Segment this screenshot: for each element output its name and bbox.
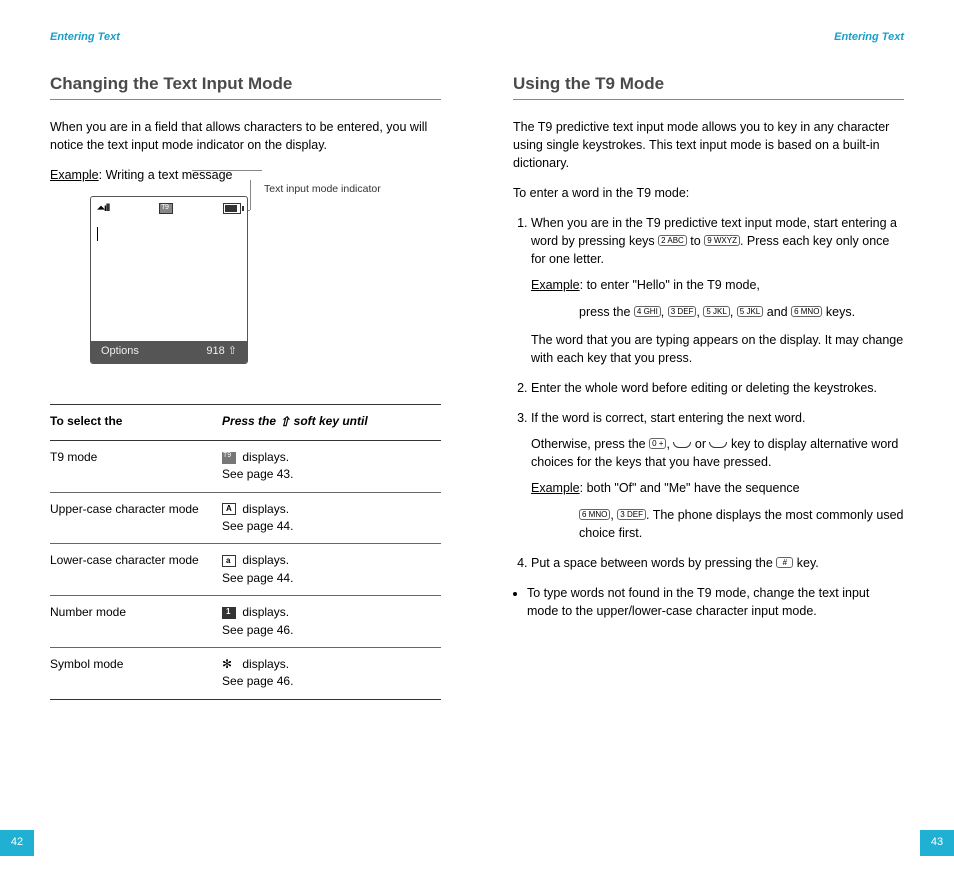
key-5-icon: 5 JKL: [737, 306, 763, 317]
running-head-right: Entering Text: [513, 30, 904, 46]
key-0-icon: 0 +: [649, 438, 666, 449]
steps-list: When you are in the T9 predictive text i…: [513, 214, 904, 572]
lead-right: To enter a word in the T9 mode:: [513, 184, 904, 202]
char-counter: 918 ⇧: [206, 344, 237, 360]
page-left: Entering Text Changing the Text Input Mo…: [0, 30, 477, 876]
heading-left: Changing the Text Input Mode: [50, 72, 441, 100]
step-4: Put a space between words by pressing th…: [531, 554, 904, 572]
lowercase-icon: [222, 555, 236, 567]
key-hash-icon: #: [776, 557, 793, 568]
table-row: T9 mode displays.See page 43.: [50, 440, 441, 492]
intro-right: The T9 predictive text input mode allows…: [513, 118, 904, 172]
table-row: Lower-case character mode displays.See p…: [50, 544, 441, 596]
table-col2-header: Press the ⇧ soft key until: [222, 404, 441, 440]
example-label: Example: [50, 168, 99, 182]
text-cursor: [97, 227, 98, 241]
uppercase-icon: [222, 503, 236, 515]
symbol-icon: [222, 659, 236, 671]
notes-list: To type words not found in the T9 mode, …: [513, 584, 904, 620]
key-6-icon: 6 MNO: [579, 509, 610, 520]
note-bullet: To type words not found in the T9 mode, …: [527, 584, 904, 620]
table-row: Upper-case character mode displays.See p…: [50, 492, 441, 544]
softkey-options: Options: [101, 344, 139, 360]
key-3-icon: 3 DEF: [617, 509, 646, 520]
step-3: If the word is correct, start entering t…: [531, 409, 904, 542]
running-head-left: Entering Text: [50, 30, 441, 46]
t9-mode-icon: [159, 203, 173, 214]
intro-left: When you are in a field that allows char…: [50, 118, 441, 154]
page-right: Entering Text Using the T9 Mode The T9 p…: [477, 30, 954, 876]
step1-tail: The word that you are typing appears on …: [531, 331, 904, 367]
phone-diagram: Text input mode indicator ⏶ıll Options 9…: [90, 196, 390, 364]
step3-example-label: Example: [531, 481, 580, 495]
softkey-right-icon: [709, 442, 727, 448]
key-9-icon: 9 WXYZ: [704, 235, 740, 246]
key-6-icon: 6 MNO: [791, 306, 822, 317]
up-arrow-icon: ⇧: [279, 414, 290, 429]
table-col1-header: To select the: [50, 404, 222, 440]
step1-example-label: Example: [531, 278, 580, 292]
table-row: Symbol mode displays.See page 46.: [50, 647, 441, 699]
step1-example-keys: press the 4 GHI, 3 DEF, 5 JKL, 5 JKL and…: [579, 303, 904, 321]
key-3-icon: 3 DEF: [668, 306, 697, 317]
signal-icon: ⏶ıll: [97, 202, 109, 217]
mode-table: To select the Press the ⇧ soft key until…: [50, 404, 441, 700]
number-icon: [222, 607, 236, 619]
table-row: Number mode displays.See page 46.: [50, 596, 441, 648]
step-2: Enter the whole word before editing or d…: [531, 379, 904, 397]
key-4-icon: 4 GHI: [634, 306, 661, 317]
phone-mockup: ⏶ıll Options 918 ⇧: [90, 196, 248, 364]
softkey-left-icon: [673, 442, 691, 448]
page-number-left: 42: [0, 830, 34, 856]
callout-text: Text input mode indicator: [264, 182, 384, 197]
key-2-icon: 2 ABC: [658, 235, 687, 246]
page-number-right: 43: [920, 830, 954, 856]
heading-right: Using the T9 Mode: [513, 72, 904, 100]
battery-icon: [223, 203, 241, 214]
key-5-icon: 5 JKL: [703, 306, 729, 317]
step3-example-keys: 6 MNO, 3 DEF. The phone displays the mos…: [579, 506, 904, 542]
step-1: When you are in the T9 predictive text i…: [531, 214, 904, 367]
t9-icon: [222, 452, 236, 464]
